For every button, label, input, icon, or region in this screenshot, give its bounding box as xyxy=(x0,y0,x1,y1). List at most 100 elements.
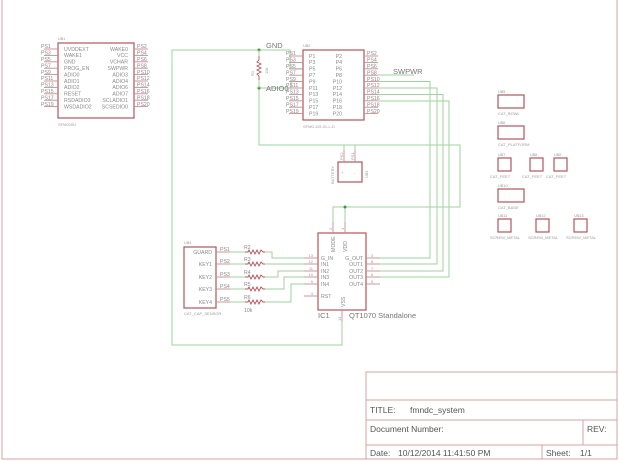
pin-label: VSS xyxy=(341,296,347,307)
pin-number: PS13 xyxy=(41,83,54,89)
resistor-name: R5 xyxy=(244,282,251,288)
part-screw-metal: U$11 SCREW_METAL xyxy=(490,213,521,240)
resistor-symbol xyxy=(255,56,263,80)
resistor-name: R1 xyxy=(250,70,255,76)
component-value: BATTERY xyxy=(330,166,335,184)
pin-number: PS3 xyxy=(220,272,230,278)
pin-label: P20 xyxy=(333,111,342,117)
pin-label: GUARD xyxy=(193,250,212,256)
pin-label: P10 xyxy=(333,79,342,85)
pin-label: + xyxy=(341,170,344,175)
pin-label: P6 xyxy=(336,67,342,73)
pin-label: VCC xyxy=(117,53,128,59)
pin-number: PS17 xyxy=(41,95,54,101)
component-name: U$6 xyxy=(498,120,506,125)
pin-label: GND xyxy=(64,60,76,66)
resistor-R2: R2 xyxy=(244,245,265,256)
component-body xyxy=(529,157,544,172)
rev-label: REV: xyxy=(587,424,607,434)
date-label: Date: xyxy=(370,448,390,458)
pin-label: KEY3 xyxy=(199,287,212,293)
pin-label: P4 xyxy=(336,60,342,66)
pin-label: ADIO0 xyxy=(64,72,80,78)
pin-number: PS14 xyxy=(367,90,380,96)
u2-component: U$2 SFM0-119-01-L-D PS1 P1 PS3 P3 PS5 P5 PS7 P7 PS… xyxy=(286,43,380,129)
resistor-R3: R3 xyxy=(244,257,265,268)
pin-number: PS2 xyxy=(220,259,230,265)
wire xyxy=(265,276,304,290)
net-label-adio0: ADIO0 xyxy=(266,84,289,93)
part-cat-feet: U$7 CAT_FEET xyxy=(490,152,512,179)
pin-label: ADIO3 xyxy=(112,72,128,78)
wire xyxy=(378,100,450,278)
component-body xyxy=(497,218,512,233)
pin-label: P17 xyxy=(309,105,318,111)
pin-number: 5 xyxy=(371,279,374,284)
net-label-swpwr: SWPWR xyxy=(393,67,423,76)
pin-number: 11 xyxy=(309,266,314,271)
resistor-R4: R4 xyxy=(244,270,265,281)
component-name: U$3 xyxy=(364,170,369,178)
pin-label: P1 xyxy=(309,54,315,60)
pin-number: PS4 xyxy=(220,284,230,290)
sheet-value: 1/1 xyxy=(580,448,592,458)
component-name: U$1 xyxy=(58,36,66,41)
pin-number: 14 xyxy=(337,316,342,321)
components: U$1 SFM020U PS1 UVDDEXT PS3 WAKE1 PS5 GND PS7 PRO… xyxy=(41,36,597,322)
pin-number: 6 xyxy=(371,272,374,277)
pin-label: P7 xyxy=(309,73,315,79)
pin-number: 1 xyxy=(340,227,345,230)
component-body xyxy=(535,218,550,233)
pin-label: WSDADIO2 xyxy=(64,104,92,110)
pin-label: KEY4 xyxy=(199,300,212,306)
pin-label: KEY1 xyxy=(199,262,212,268)
document-number-label: Document Number: xyxy=(370,424,444,434)
pin-label: P14 xyxy=(333,92,342,98)
pin-number: PS3 xyxy=(286,58,296,64)
pin-label: SCSEDIO0 xyxy=(102,104,128,110)
wire xyxy=(265,270,304,278)
pin-number: PS1 xyxy=(41,44,51,50)
pin-number: PS15 xyxy=(41,89,54,95)
pin-number: PS2 xyxy=(339,152,344,160)
component-value: CAT_BASE xyxy=(498,205,519,210)
component-body xyxy=(497,125,525,140)
ic1-component: IC1 QT1070 Standalone13G_IN12IN111IN210IN… xyxy=(304,222,416,322)
title-label: TITLE: xyxy=(370,405,396,415)
pin-number: PS9 xyxy=(41,70,51,76)
pin-number: PS14 xyxy=(137,83,150,89)
component-name: U$11 xyxy=(498,213,508,218)
resistor-name: R2 xyxy=(244,245,251,251)
pin-label: PROG_EN xyxy=(64,66,90,72)
component-name: U$8 xyxy=(530,152,538,157)
pin-label: ADIO1 xyxy=(64,79,80,85)
pin-number: 12 xyxy=(309,259,314,264)
pin-label: SCLADIO1 xyxy=(102,98,128,104)
resistor-R5: R5 xyxy=(244,282,265,293)
pin-label: MODE xyxy=(331,236,337,252)
pin-number: 8 xyxy=(371,259,374,264)
pin-number: PS19 xyxy=(286,109,299,115)
pin-label: OUT4 xyxy=(349,282,363,288)
pin-number: PS1 xyxy=(286,51,296,57)
schematic-sheet: TITLE: fmndc_system Document Number: REV… xyxy=(1,0,618,460)
pin-number: PS9 xyxy=(286,77,296,83)
component-body xyxy=(497,188,525,203)
pin-number: 13 xyxy=(309,253,314,258)
pin-label: P12 xyxy=(333,86,342,92)
pin-label: P18 xyxy=(333,105,342,111)
pin-label: - xyxy=(354,170,356,175)
component-value: CAT_FEET xyxy=(546,174,567,179)
date-value: 10/12/2014 11:41:50 PM xyxy=(398,448,490,458)
component-value: CAT_FEET xyxy=(490,174,511,179)
pin-number: PS10 xyxy=(367,77,380,83)
pin-label: ADIO2 xyxy=(64,85,80,91)
pin-label: ADIO7 xyxy=(112,92,128,98)
pin-label: P9 xyxy=(309,79,315,85)
part-cat-platform: U$6 CAT_PLATFORM xyxy=(497,120,529,147)
pin-number: PS12 xyxy=(137,76,150,82)
pin-label: IN4 xyxy=(321,282,329,288)
component-name: U$2 xyxy=(303,43,311,48)
resistor-value: 10k xyxy=(264,68,269,74)
pin-label: RESET xyxy=(64,92,82,98)
